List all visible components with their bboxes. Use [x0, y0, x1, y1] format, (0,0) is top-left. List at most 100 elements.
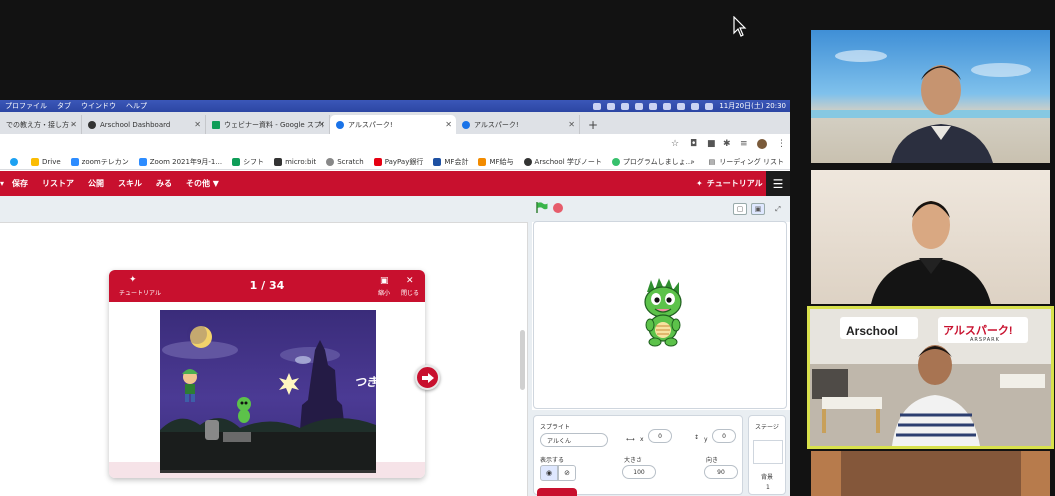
- close-icon[interactable]: ✕: [318, 120, 325, 129]
- menu-profile[interactable]: プロファイル: [0, 101, 52, 111]
- dinosaur-sprite[interactable]: [637, 278, 691, 348]
- minimize-icon[interactable]: ▣: [380, 276, 389, 286]
- reading-list-label: リーディング リスト: [719, 158, 784, 166]
- reading-list[interactable]: » ▤ リーディング リスト: [690, 154, 784, 170]
- bookmark-item[interactable]: PayPay銀行: [373, 157, 423, 167]
- menubar-clock[interactable]: 11月20日(土) 20:30: [719, 101, 786, 111]
- tray-icon[interactable]: [593, 102, 602, 110]
- bookmark-label: MF会計: [444, 157, 469, 166]
- tutorial-label: チュートリアル: [706, 179, 763, 188]
- y-position-input[interactable]: 0: [712, 429, 736, 443]
- wifi-icon[interactable]: [691, 102, 700, 110]
- small-stage-icon[interactable]: ▢: [733, 203, 747, 215]
- close-button[interactable]: 閉じる: [401, 288, 419, 297]
- bookmark-item[interactable]: MF給与: [478, 157, 514, 167]
- new-tab-button[interactable]: +: [580, 115, 606, 134]
- tray-icon[interactable]: [677, 102, 686, 110]
- sprite-name-input[interactable]: アルくん: [540, 433, 608, 447]
- tutorial-header: ✦ チュートリアル 1 / 34 ▣ 縮小 ✕ 閉じる: [109, 270, 425, 302]
- bookmarks-bar: Drive zoomテレカン Zoom 2021年9月-1... シフト mic…: [0, 154, 790, 170]
- tray-icon[interactable]: [649, 102, 658, 110]
- hamburger-menu-icon[interactable]: ☰: [766, 171, 790, 196]
- participant-video-2[interactable]: [811, 170, 1050, 304]
- sprite-info-panel: スプライト アルくん ⟷ x 0 ↕ y 0 表示する ◉ ⊘ 大きさ 100 …: [533, 415, 743, 495]
- bookmark-item[interactable]: シフト: [232, 157, 264, 167]
- bookmark-label: Arschool 学びノート: [534, 157, 602, 166]
- stage-target-panel[interactable]: ステージ 背景 1: [748, 415, 786, 495]
- profile-avatar[interactable]: [757, 139, 767, 149]
- nav-publish[interactable]: 公開: [88, 178, 104, 189]
- star-icon[interactable]: ☆: [671, 139, 679, 149]
- browser-tab[interactable]: アルスパーク! ✕: [456, 115, 580, 134]
- nav-restore[interactable]: リストア: [42, 178, 74, 189]
- next-step-button[interactable]: [415, 365, 440, 390]
- mac-menubar: プロファイル タブ ウインドウ ヘルプ 11月20日(土) 20:30: [0, 100, 790, 112]
- nav-more[interactable]: その他 ▼: [186, 178, 219, 189]
- close-icon[interactable]: ✕: [194, 120, 201, 129]
- bookmark-label: micro:bit: [285, 157, 317, 166]
- puzzle-icon[interactable]: ✱: [723, 139, 731, 149]
- arrow-right-icon: [421, 372, 434, 383]
- app-navbar: ▾ 保存 リストア 公開 スキル みる その他 ▼ ✦ チュートリアル ☰: [0, 171, 790, 196]
- browser-tab-active[interactable]: アルスパーク! ✕: [330, 115, 456, 134]
- fullscreen-icon[interactable]: ⤢: [771, 203, 785, 215]
- menu-window[interactable]: ウインドウ: [76, 101, 121, 111]
- bookmark-item[interactable]: micro:bit: [274, 157, 317, 166]
- nav-skill[interactable]: スキル: [118, 178, 142, 189]
- stage-canvas[interactable]: [533, 221, 787, 409]
- browser-tab[interactable]: ウェビナー資料 - Google スプレ... ✕: [206, 115, 330, 134]
- menu-tab[interactable]: タブ: [52, 101, 76, 111]
- link-icon: [611, 157, 620, 166]
- tray-icon[interactable]: [663, 102, 672, 110]
- show-eye-icon[interactable]: ◉: [540, 465, 558, 481]
- caret-icon[interactable]: ▾: [0, 179, 4, 188]
- bookmark-item[interactable]: Arschool 学びノート: [523, 157, 602, 167]
- browser-tab[interactable]: での教え方・接し方 - ... ✕: [0, 115, 82, 134]
- bookmark-item[interactable]: Drive: [31, 157, 61, 166]
- x-position-input[interactable]: 0: [648, 429, 672, 443]
- minimize-button[interactable]: 縮小: [378, 288, 390, 297]
- nav-view[interactable]: みる: [156, 178, 172, 189]
- bookmark-item[interactable]: プログラムしましょ...: [611, 157, 692, 167]
- search-icon[interactable]: [705, 102, 714, 110]
- stage-thumbnail[interactable]: [753, 440, 783, 464]
- size-input[interactable]: 100: [622, 465, 656, 479]
- hide-eye-icon[interactable]: ⊘: [558, 465, 576, 481]
- close-icon[interactable]: ✕: [568, 120, 575, 129]
- close-icon[interactable]: ✕: [445, 120, 452, 129]
- camera-icon[interactable]: ◘: [690, 139, 697, 149]
- green-flag-icon[interactable]: [536, 202, 548, 213]
- size-label: 大きさ: [624, 457, 643, 464]
- stop-icon[interactable]: [553, 203, 563, 213]
- scrollbar[interactable]: [520, 330, 525, 390]
- tray-icon[interactable]: [621, 102, 630, 110]
- extension-icon[interactable]: ■: [707, 139, 716, 149]
- dinosaur-character: [237, 397, 251, 423]
- participant-video-4[interactable]: [811, 451, 1050, 496]
- close-icon[interactable]: ✕: [70, 120, 77, 129]
- sprite-tile[interactable]: [537, 488, 577, 496]
- bookmark-item[interactable]: MF会計: [433, 157, 468, 167]
- tutorial-button[interactable]: ✦ チュートリアル: [696, 171, 763, 196]
- bookmark-label: Drive: [42, 157, 61, 166]
- participant-video-1[interactable]: [811, 30, 1050, 163]
- tray-icon[interactable]: [607, 102, 616, 110]
- more-menu-icon[interactable]: ⋮: [777, 139, 786, 149]
- menu-help[interactable]: ヘルプ: [121, 101, 152, 111]
- participant-2-image: [871, 201, 991, 304]
- direction-input[interactable]: 90: [704, 465, 738, 479]
- bookmark-twitter[interactable]: [10, 157, 21, 166]
- bookmark-item[interactable]: Scratch: [326, 157, 364, 166]
- close-icon[interactable]: ✕: [406, 276, 414, 286]
- bookmark-item[interactable]: zoomテレカン: [70, 157, 129, 167]
- normal-stage-icon[interactable]: ▣: [751, 203, 765, 215]
- globe-icon: [523, 157, 532, 166]
- tray-icon[interactable]: [635, 102, 644, 110]
- reading-mode-icon[interactable]: ≡: [740, 139, 748, 149]
- bookmark-item[interactable]: Zoom 2021年9月-1...: [138, 157, 222, 167]
- favicon-icon: [462, 120, 470, 129]
- participant-video-3-active[interactable]: Arschool アルスパーク! ARSPARK: [807, 306, 1054, 449]
- chevron-right-icon[interactable]: »: [690, 158, 694, 166]
- browser-tab[interactable]: Arschool Dashboard ✕: [82, 115, 206, 134]
- nav-save[interactable]: 保存: [12, 178, 28, 189]
